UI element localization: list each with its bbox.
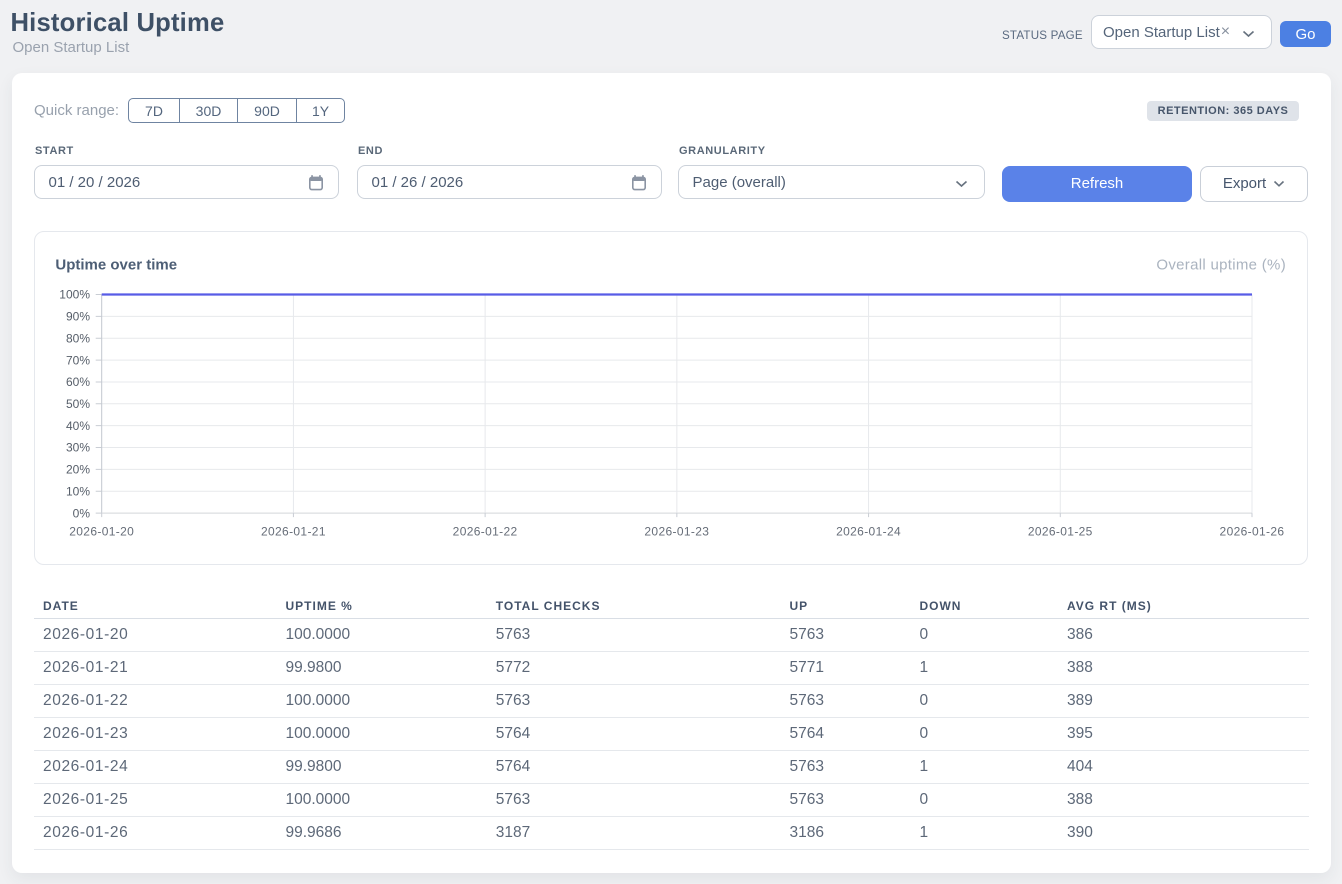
svg-text:70%: 70%	[66, 353, 90, 367]
svg-text:Overall uptime (%): Overall uptime (%)	[1156, 256, 1286, 273]
svg-text:2026-01-22: 2026-01-22	[453, 525, 518, 539]
svg-text:0%: 0%	[73, 506, 91, 520]
svg-text:90%: 90%	[66, 310, 90, 324]
svg-text:Uptime over time: Uptime over time	[55, 256, 177, 273]
svg-text:20%: 20%	[66, 463, 90, 477]
svg-text:60%: 60%	[66, 375, 90, 389]
svg-text:2026-01-25: 2026-01-25	[1028, 525, 1093, 539]
svg-text:2026-01-20: 2026-01-20	[69, 525, 134, 539]
svg-text:2026-01-21: 2026-01-21	[261, 525, 326, 539]
svg-text:2026-01-24: 2026-01-24	[836, 525, 901, 539]
svg-text:2026-01-23: 2026-01-23	[644, 525, 709, 539]
svg-text:100%: 100%	[59, 288, 90, 302]
svg-text:50%: 50%	[66, 397, 90, 411]
svg-text:80%: 80%	[66, 331, 90, 345]
svg-text:2026-01-26: 2026-01-26	[1220, 525, 1285, 539]
svg-text:40%: 40%	[66, 419, 90, 433]
svg-text:10%: 10%	[66, 484, 90, 498]
svg-text:30%: 30%	[66, 441, 90, 455]
